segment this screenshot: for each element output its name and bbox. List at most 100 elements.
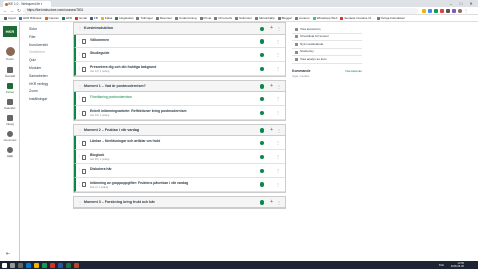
module-menu-icon[interactable]: ⋮ [277,83,281,90]
bookmark[interactable]: Bloggar [277,16,292,20]
published-check-icon[interactable] [259,154,264,160]
course-nav-item[interactable]: Sidor [25,26,69,34]
bookmark[interactable]: HKR [61,16,72,20]
published-check-icon[interactable] [259,52,264,58]
bookmark[interactable]: Tidningar [136,16,153,20]
item-menu-icon[interactable]: ⋮ [276,51,280,58]
bookmark[interactable]: Chrome/G [214,16,232,20]
app-icon[interactable] [50,262,55,268]
module-item[interactable]: ⋮⋮ Enkelt inlämningsarbete: Reflektioner … [74,106,285,120]
menu-icon[interactable]: ⋮ [464,8,468,14]
item-menu-icon[interactable]: ⋮ [276,109,280,116]
item-menu-icon[interactable]: ⋮ [276,65,280,72]
course-nav-item[interactable]: Samarbeten [25,73,69,81]
extension-icon[interactable] [440,8,444,13]
module-item[interactable]: ⋮⋮ Presentera dig och din fruktiga bakgru… [74,62,285,76]
module-menu-icon[interactable]: ⋮ [277,127,281,134]
school-logo[interactable]: HKR [3,26,17,37]
star-icon[interactable] [422,8,426,13]
url-input[interactable]: https://ike.instructure.com/courses/7801 [23,8,418,14]
bookmark[interactable]: Resurser [155,16,172,20]
add-item-icon[interactable]: + [270,25,273,32]
search-icon[interactable] [10,262,15,268]
module-item-title[interactable]: Länkar – föreläsningar och artiklar om f… [90,139,160,143]
nav-dashboard[interactable]: Översikt [0,67,20,78]
published-check-icon[interactable] [259,168,264,174]
bookmark[interactable]: Undervisning [175,16,197,20]
system-clock[interactable]: 14:55 2018-06-06 [451,262,464,268]
excel-icon[interactable] [66,262,71,268]
forward-icon[interactable]: → [9,7,15,15]
module-item[interactable]: ⋮⋮ Inlämning av gruppuppgifter: Fruktens … [74,177,285,192]
bookmark[interactable]: vocaroo [294,16,310,20]
module-item-title[interactable]: Inlämning av gruppuppgifter: Fruktens på… [90,181,188,185]
word-icon[interactable] [58,262,63,268]
module-header[interactable]: ⋮⋮ Moment 3 – Forskning kring frukt och b… [74,196,285,209]
back-icon[interactable]: ← [2,7,8,15]
powerpoint-icon[interactable] [74,262,79,268]
bookmark[interactable]: WhatsApp Web [312,16,337,20]
published-check-icon[interactable] [259,200,264,205]
profile-icon[interactable] [458,8,462,13]
bookmark[interactable]: Canvas [44,16,59,20]
task-view-icon[interactable] [18,262,23,268]
module-menu-icon[interactable]: ⋮ [277,199,281,206]
nav-courses[interactable]: Kurser [0,83,20,94]
course-nav-item[interactable]: Zoom [25,88,69,96]
chrome-icon[interactable] [42,262,47,268]
nav-account[interactable]: Konto [0,47,20,61]
published-check-icon[interactable] [259,96,264,102]
windows-start-icon[interactable] [2,262,7,268]
collapse-nav-icon[interactable]: ⇤ [6,251,10,257]
module-item[interactable]: ⋮⋮ Studieguide ⋮ [74,48,285,63]
bookmark[interactable]: HKR Bibliotek [19,16,42,20]
edge-icon[interactable] [26,262,31,268]
bookmark[interactable]: Högskolan [115,16,133,20]
published-check-icon[interactable] [259,39,264,44]
module-item[interactable]: ⋮⋮ Välkommen ⋮ [74,34,285,49]
module-item[interactable]: ⋮⋮ Föreläsning postmodernism ⋮ [74,92,285,107]
module-item-title[interactable]: Presentera dig och din fruktiga bakgrund [90,65,156,69]
published-check-icon[interactable] [259,84,264,89]
minimize-icon[interactable]: – [446,0,456,7]
module-item-title[interactable]: Enkelt inlämningsarbete: Reflektioner kr… [90,109,186,113]
course-nav-item[interactable]: Inställningar [25,96,69,104]
explorer-icon[interactable] [34,262,39,268]
nav-commons[interactable]: Commons [0,131,20,142]
module-header[interactable]: ⋮⋮ Moment 2 – Fruktan i vår vardag + ⋮ [74,124,285,137]
bookmark[interactable]: Kalas [100,16,112,20]
extension-icon[interactable] [446,8,450,13]
course-nav-item[interactable]: Filer [25,34,69,42]
module-item-title[interactable]: Diskutera här [90,167,112,171]
bookmark[interactable]: FB [89,16,98,20]
item-menu-icon[interactable]: ⋮ [276,153,280,160]
published-check-icon[interactable] [259,182,264,187]
bookmark[interactable]: Gmail [75,16,87,20]
published-check-icon[interactable] [259,110,264,116]
extension-icon[interactable] [452,8,456,13]
nav-help[interactable]: Hjälp [0,147,20,158]
module-item-title[interactable]: Studieguide [90,51,109,55]
item-menu-icon[interactable]: ⋮ [276,139,280,146]
item-menu-icon[interactable]: ⋮ [276,167,280,174]
bookmark[interactable]: Senaste Creative Cl... [340,16,374,20]
extension-icon[interactable] [428,8,432,13]
module-item[interactable]: ⋮⋮ Bloglock Jan 26 | 1 poäng ⋮ [74,150,285,165]
module-item[interactable]: ⋮⋮ Diskutera här ⋮ [74,164,285,178]
bookmark[interactable]: Appar [4,16,16,20]
item-menu-icon[interactable]: ⋮ [276,38,280,45]
published-check-icon[interactable] [259,128,264,133]
item-menu-icon[interactable]: ⋮ [276,95,280,102]
module-item-title[interactable]: Välkommen [90,38,109,42]
course-nav-item[interactable]: Moduler [25,65,69,73]
add-item-icon[interactable]: + [270,83,273,90]
course-nav-item[interactable]: Quiz [25,57,69,65]
bookmark[interactable]: Privat [199,16,211,20]
course-nav-item[interactable]: Kursöversikt [25,42,69,50]
nav-inbox[interactable]: Inkorg [0,115,20,126]
module-item-title[interactable]: Föreläsning postmodernism [90,95,132,99]
module-header[interactable]: ⋮⋮ Kursintroduktion + ⋮ [74,23,285,35]
published-check-icon[interactable] [259,140,264,146]
reload-icon[interactable]: ↻ [16,7,22,15]
bookmark[interactable]: Skrivarhjälp [254,16,275,20]
